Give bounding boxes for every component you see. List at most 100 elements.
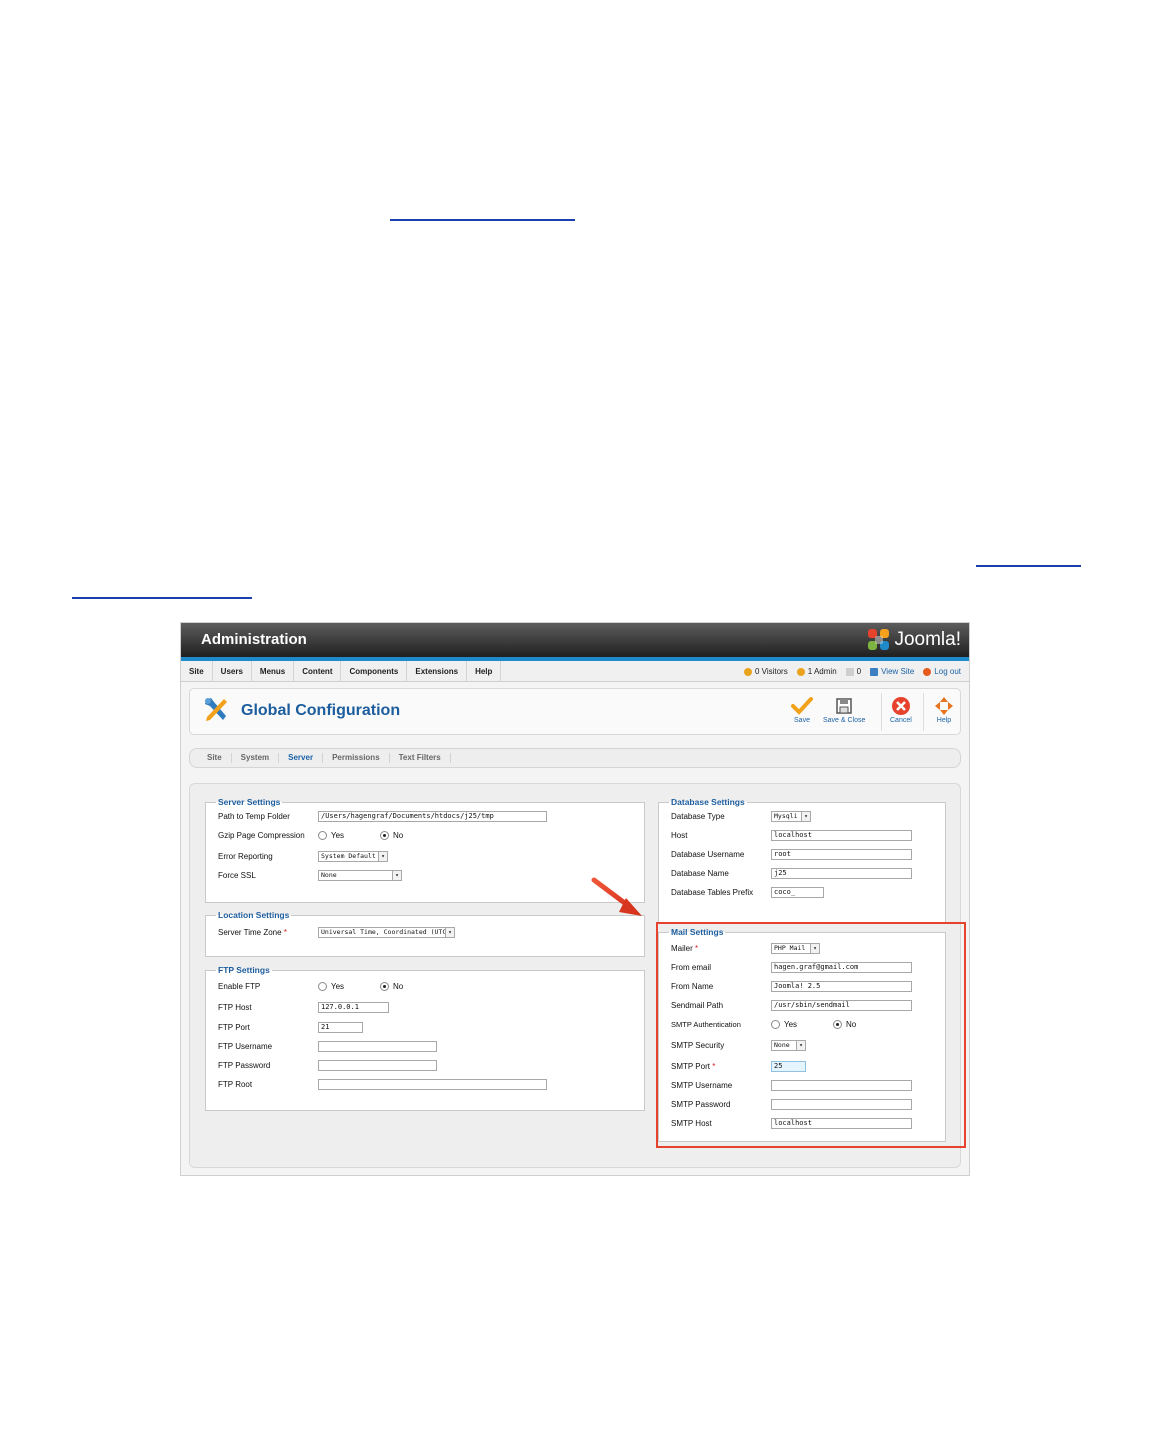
time-zone-value: Universal Time, Coordinated (UTC) [321,927,451,936]
ftp-no-label: No [393,981,404,991]
config-panel: Server Settings Path to Temp Folder /Use… [189,783,966,1168]
time-zone-label: Server Time Zone * [218,928,287,937]
chevron-down-icon: ▾ [392,870,401,880]
enable-ftp-row: Enable FTP Yes No [218,979,638,993]
document-link-2b[interactable] [72,597,252,599]
logout-link[interactable]: Log out [923,667,961,676]
menu-users[interactable]: Users [213,660,252,682]
temp-folder-label: Path to Temp Folder [218,811,290,821]
enable-ftp-label: Enable FTP [218,981,261,991]
db-type-label: Database Type [671,811,725,821]
db-username-label: Database Username [671,849,745,859]
menu-site[interactable]: Site [181,660,213,682]
database-settings-legend: Database Settings [671,797,745,807]
ftp-username-input[interactable] [318,1040,437,1052]
gzip-yes-radio[interactable]: Yes [318,830,345,840]
visitors-status: 0 Visitors [743,667,788,676]
tab-text-filters[interactable]: Text Filters [390,753,451,763]
wrench-screwdriver-icon [205,698,227,721]
view-site-link[interactable]: View Site [870,667,914,676]
main-menu: Site Users Menus Content Components Exte… [181,660,969,682]
ftp-port-input[interactable]: 21 [318,1021,363,1033]
ftp-settings: FTP Settings Enable FTP Yes No FTP Host … [205,965,645,1111]
ftp-yes-radio[interactable]: Yes [318,981,345,991]
messages-count: 0 [856,667,862,676]
ftp-password-row: FTP Password [218,1058,638,1072]
monitor-icon [870,667,879,676]
menu-content[interactable]: Content [294,660,342,682]
ftp-host-label: FTP Host [218,1002,252,1012]
page-toolbar: Global Configuration Save Save & Close C… [189,688,961,735]
ftp-username-row: FTP Username [218,1039,638,1053]
tab-server[interactable]: Server [279,753,324,763]
ftp-port-row: FTP Port 21 [218,1020,638,1034]
toolbar-divider [923,693,924,731]
gzip-no-radio[interactable]: No [380,830,403,840]
tab-site[interactable]: Site [198,753,232,763]
cancel-x-icon [891,695,911,717]
menu-extensions[interactable]: Extensions [407,660,468,682]
cancel-button[interactable]: Cancel [890,695,912,724]
save-button[interactable]: Save [791,695,813,724]
visitors-count: 0 Visitors [754,667,788,676]
page-title: Global Configuration [241,702,401,719]
db-host-row: Host localhost [671,828,941,842]
joomla-brand: Joomla! [868,627,961,653]
ftp-root-label: FTP Root [218,1079,253,1089]
db-name-row: Database Name j25 [671,866,941,880]
help-button[interactable]: Help [934,695,954,724]
ftp-host-input[interactable]: 127.0.0.1 [318,1001,389,1013]
time-zone-row: Server Time Zone * Universal Time, Coord… [218,925,638,939]
save-close-button[interactable]: Save & Close [823,695,865,724]
radio-circle [318,981,327,991]
ftp-password-input[interactable] [318,1059,437,1071]
db-prefix-input[interactable]: coco_ [771,886,824,898]
ftp-root-row: FTP Root [218,1077,638,1091]
error-reporting-label: Error Reporting [218,851,273,861]
radio-circle [318,830,327,840]
location-settings: Location Settings Server Time Zone * Uni… [205,910,645,957]
server-settings: Server Settings Path to Temp Folder /Use… [205,797,645,903]
force-ssl-value: None [321,870,337,879]
menu-help[interactable]: Help [467,660,502,682]
temp-folder-row: Path to Temp Folder /Users/hagengraf/Doc… [218,809,638,823]
cancel-label: Cancel [890,717,912,724]
location-settings-legend: Location Settings [218,910,290,920]
ftp-settings-legend: FTP Settings [218,965,270,975]
menu-menus[interactable]: Menus [252,660,295,682]
ftp-no-radio[interactable]: No [380,981,404,991]
chevron-down-icon: ▾ [378,851,387,861]
ftp-yes-label: Yes [331,981,345,991]
tab-permissions[interactable]: Permissions [323,753,390,763]
chevron-down-icon: ▾ [801,811,810,821]
menu-components[interactable]: Components [341,660,408,682]
db-username-row: Database Username root [671,847,941,861]
toolbar-divider [881,693,882,731]
ftp-root-input[interactable] [318,1078,547,1090]
db-host-input[interactable]: localhost [771,829,912,841]
db-username-input[interactable]: root [771,848,912,860]
db-name-input[interactable]: j25 [771,867,912,879]
mail-icon [845,667,854,676]
logout-label: Log out [934,667,961,676]
gzip-yes-label: Yes [331,830,345,840]
db-type-select[interactable]: Mysqli ▾ [771,810,811,822]
db-prefix-row: Database Tables Prefix coco_ [671,885,941,899]
temp-folder-input[interactable]: /Users/hagengraf/Documents/htdocs/j25/tm… [318,810,547,822]
force-ssl-row: Force SSL None ▾ [218,868,638,882]
document-link-2a[interactable] [976,565,1081,567]
ftp-username-label: FTP Username [218,1041,273,1051]
help-lifebuoy-icon [934,695,954,717]
power-icon [923,667,932,676]
error-reporting-value: System Default [321,851,376,860]
server-settings-legend: Server Settings [218,797,281,807]
tab-system[interactable]: System [232,753,280,763]
document-link-1[interactable] [390,219,575,221]
messages-status[interactable]: 0 [845,667,862,676]
gzip-label: Gzip Page Compression [218,830,305,840]
time-zone-select[interactable]: Universal Time, Coordinated (UTC) ▾ [318,926,455,938]
force-ssl-select[interactable]: None ▾ [318,869,402,881]
visitors-icon [743,667,752,676]
floppy-disk-icon [835,695,853,717]
error-reporting-select[interactable]: System Default ▾ [318,850,388,862]
